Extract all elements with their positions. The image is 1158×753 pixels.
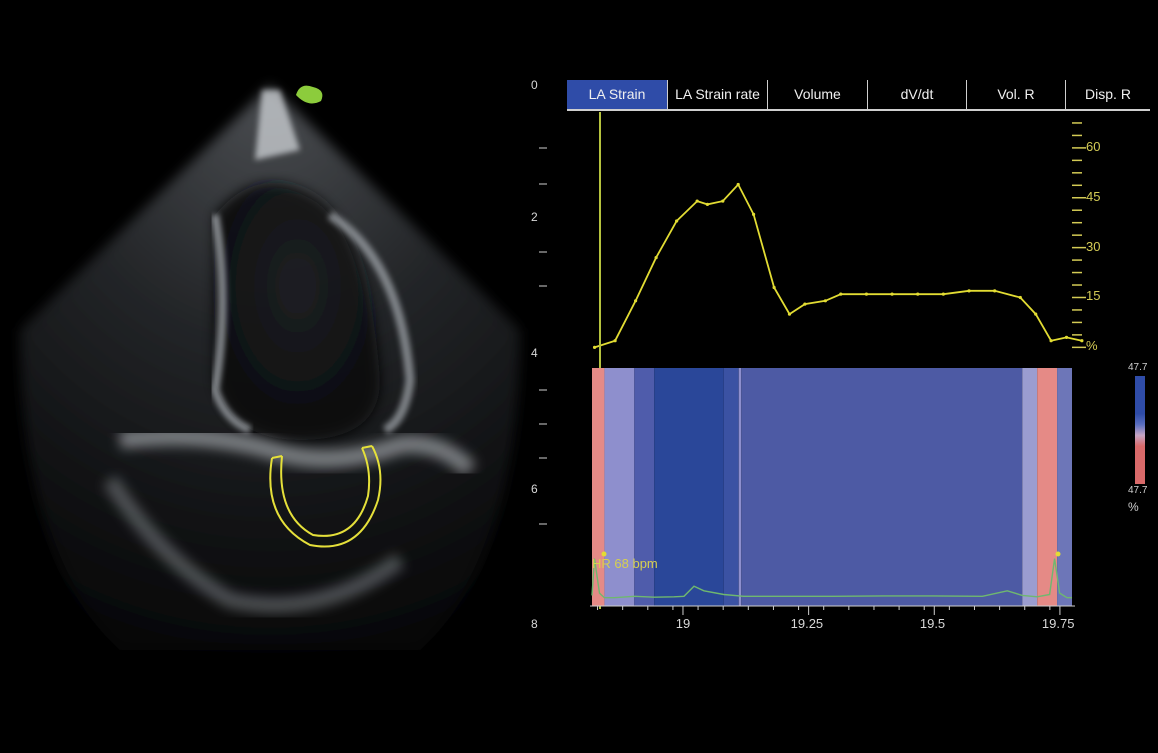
strain-axis-label: 30 xyxy=(1086,238,1101,254)
colorbar-unit: % xyxy=(1128,500,1139,514)
tab-bar: LA Strain LA Strain rate Volume dV/dt Vo… xyxy=(567,80,1150,111)
marker-icon xyxy=(296,85,323,104)
echo-strain-screen: LA Strain LA Strain rate Volume dV/dt Vo… xyxy=(0,0,1158,753)
strain-point xyxy=(736,182,740,187)
strain-point xyxy=(803,302,807,306)
strain-point xyxy=(695,199,699,203)
strain-segment xyxy=(1037,368,1058,606)
strain-axis-label: 60 xyxy=(1086,138,1101,154)
time-axis-label: 19.5 xyxy=(919,616,946,631)
time-axis-label: 19.75 xyxy=(1041,616,1075,631)
strain-segment xyxy=(1022,368,1038,606)
strain-segment xyxy=(741,368,1023,606)
ecg-marker xyxy=(1055,551,1061,557)
colorbar xyxy=(1135,376,1145,484)
strain-segment xyxy=(738,368,742,606)
strain-point xyxy=(1034,312,1038,316)
tab-la-strain-rate[interactable]: LA Strain rate xyxy=(668,80,768,109)
strain-axis-label: 45 xyxy=(1086,188,1101,204)
colorbar-min-label: 47.7 xyxy=(1128,485,1148,496)
tab-volume[interactable]: Volume xyxy=(768,80,868,109)
time-axis-label: 19.25 xyxy=(790,616,824,631)
strain-point xyxy=(1018,295,1022,300)
strain-point xyxy=(592,345,597,349)
strain-point xyxy=(941,292,945,296)
strain-point xyxy=(721,199,725,203)
strain-axis-label: % xyxy=(1086,338,1098,354)
strain-point xyxy=(1049,339,1053,343)
strain-point xyxy=(839,292,843,296)
colorbar-max-label: 47.7 xyxy=(1128,362,1148,373)
tab-disp-r[interactable]: Disp. R xyxy=(1066,80,1150,109)
la-strain-curve xyxy=(594,182,1083,349)
strain-point xyxy=(864,292,869,296)
strain-point xyxy=(751,212,756,216)
strain-point xyxy=(967,289,971,293)
time-axis xyxy=(590,605,1075,615)
strain-point xyxy=(1064,335,1069,339)
strain-point xyxy=(634,299,638,303)
strain-point xyxy=(890,292,894,296)
tab-dvdt[interactable]: dV/dt xyxy=(868,80,967,109)
strain-point xyxy=(823,299,827,303)
strain-segment xyxy=(1057,368,1072,606)
strain-point xyxy=(916,292,920,296)
strain-point xyxy=(993,289,997,293)
strain-point xyxy=(654,255,658,260)
tab-la-strain[interactable]: LA Strain xyxy=(567,80,668,109)
strain-segment xyxy=(654,368,724,606)
strain-point xyxy=(787,312,792,316)
strain-point xyxy=(772,285,776,290)
left-tick-marks xyxy=(539,147,547,525)
strain-point xyxy=(705,202,710,207)
heart-rate-label: HR 68 bpm xyxy=(592,556,658,571)
la-strain-chart xyxy=(592,122,1086,349)
strain-axis-label: 15 xyxy=(1086,288,1101,304)
left-axis-label: 0 xyxy=(531,78,538,92)
strain-point xyxy=(613,339,617,343)
tab-vol-r[interactable]: Vol. R xyxy=(967,80,1066,109)
segmental-strain-map xyxy=(591,368,1072,606)
time-axis-label: 19 xyxy=(675,616,691,631)
strain-point xyxy=(1080,339,1084,343)
strain-segment xyxy=(723,368,739,606)
strain-point xyxy=(675,219,679,223)
echocardiogram-image xyxy=(20,85,520,650)
